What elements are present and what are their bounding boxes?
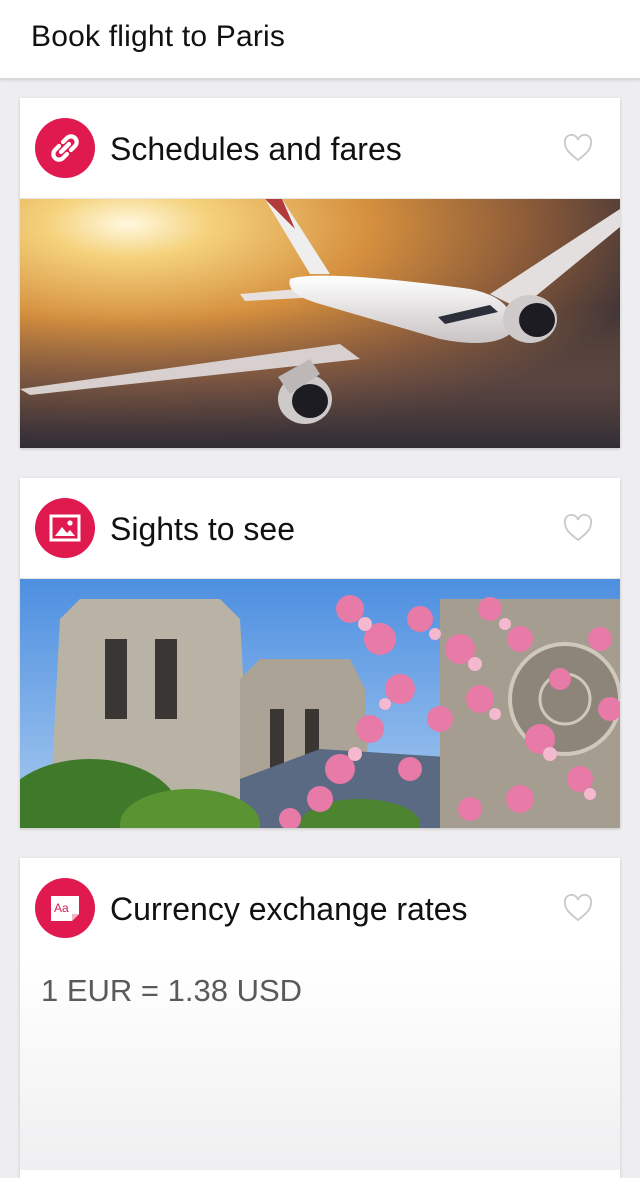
card-currency-exchange-rates[interactable]: Aa Currency exchange rates 1 EUR = 1.38 … <box>20 858 620 1178</box>
card-sights-to-see[interactable]: Sights to see <box>20 478 620 828</box>
link-icon <box>35 118 95 178</box>
rate-body: 1 EUR = 1.38 USD <box>20 958 620 1170</box>
card-header: Sights to see <box>20 478 620 578</box>
card-header: Schedules and fares <box>20 98 620 198</box>
heart-outline-icon[interactable] <box>563 134 593 162</box>
card-title: Schedules and fares <box>110 131 402 167</box>
card-header: Aa Currency exchange rates <box>20 858 620 958</box>
image-icon <box>35 498 95 558</box>
dictionary-icon-text: Aa <box>54 901 69 915</box>
card-schedules-and-fares[interactable]: Schedules and fares <box>20 98 620 448</box>
card-title: Currency exchange rates <box>110 891 468 927</box>
heart-outline-icon[interactable] <box>563 894 593 922</box>
app-header: Book flight to Paris <box>0 0 640 80</box>
exchange-rate-value: 1 EUR = 1.38 USD <box>41 973 303 1008</box>
dictionary-icon: Aa <box>35 878 95 938</box>
page-title: Book flight to Paris <box>31 20 286 53</box>
notre-dame-photo[interactable] <box>20 578 620 828</box>
heart-outline-icon[interactable] <box>563 514 593 542</box>
card-title: Sights to see <box>110 511 295 547</box>
airplane-photo[interactable] <box>20 198 620 448</box>
